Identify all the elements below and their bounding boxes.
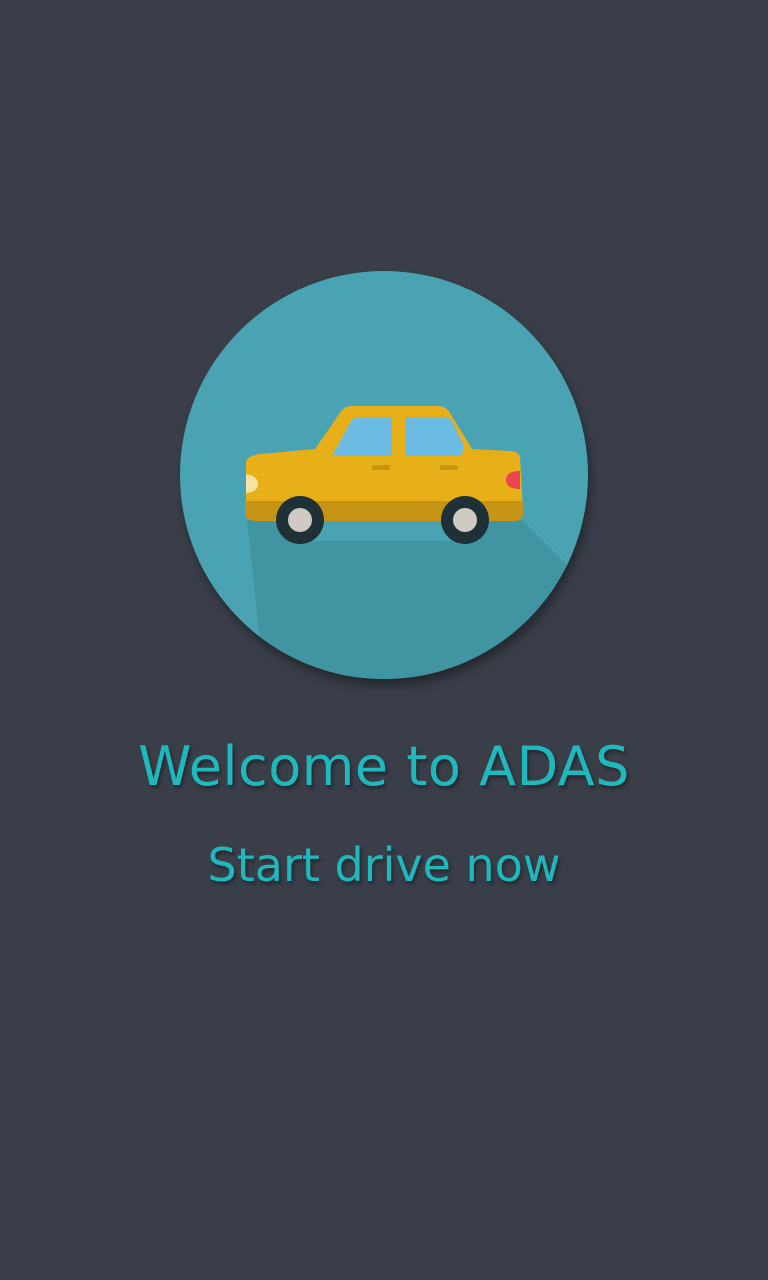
car-icon — [180, 271, 588, 679]
start-drive-text[interactable]: Start drive now — [0, 834, 768, 896]
app-logo — [180, 271, 588, 679]
car-rear-wheel — [441, 496, 489, 544]
welcome-title: Welcome to ADAS — [138, 735, 630, 798]
splash-screen: Welcome to ADAS Start drive now — [0, 0, 768, 1280]
car-front-wheel — [276, 496, 324, 544]
